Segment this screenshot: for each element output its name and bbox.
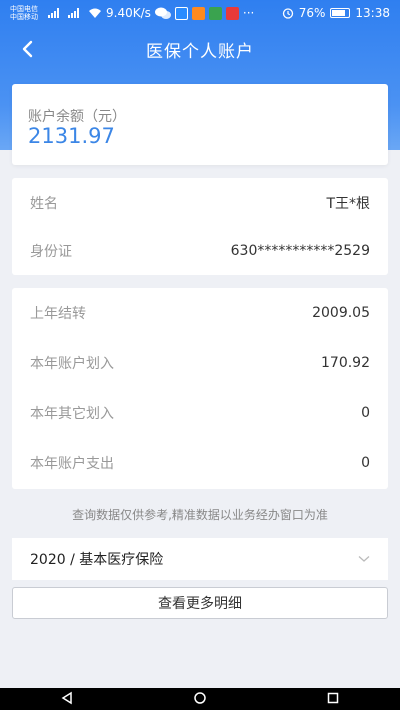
name-label: 姓名: [30, 196, 58, 212]
stats-row: 本年其它划入 0: [12, 388, 388, 438]
account-transfer-in-value: 170.92: [321, 355, 370, 371]
account-stats-card: 上年结转 2009.05 本年账户划入 170.92 本年其它划入 0 本年账户…: [12, 288, 388, 489]
battery-percent: 76%: [298, 6, 326, 20]
home-nav-button[interactable]: [193, 690, 207, 709]
name-value: T王*根: [326, 196, 370, 212]
chevron-left-icon: [22, 40, 33, 58]
account-expense-value: 0: [361, 455, 370, 471]
page-title: 医保个人账户: [146, 41, 254, 62]
chevron-down-icon: [358, 556, 370, 562]
battery-icon: [330, 8, 351, 18]
more-notifications-icon: ···: [242, 6, 255, 20]
stats-row: 本年账户支出 0: [12, 438, 388, 488]
id-label: 身份证: [30, 244, 72, 260]
insurance-type-value: 2020 / 基本医疗保险: [30, 552, 164, 568]
account-transfer-in-label: 本年账户划入: [30, 356, 114, 372]
wifi-icon: [89, 8, 101, 18]
triangle-back-icon: [61, 691, 72, 704]
signal-icon: [48, 8, 64, 18]
stats-row: 上年结转 2009.05: [12, 288, 388, 338]
app-icon-green: [208, 6, 222, 20]
carrier-info: 中国电信 中国移动: [10, 5, 38, 21]
net-speed: 9.40K/s: [106, 6, 151, 20]
personal-info-card: 姓名 T王*根 身份证 630***********2529: [12, 178, 388, 275]
disclaimer-text: 查询数据仅供参考,精准数据以业务经办窗口为准: [72, 508, 328, 522]
app-icon-blue: [174, 6, 188, 20]
clock: 13:38: [355, 6, 390, 20]
carryover-label: 上年结转: [30, 306, 86, 322]
balance-label: 账户余额（元）: [28, 109, 126, 125]
view-more-details-button[interactable]: 查看更多明细: [12, 587, 388, 619]
balance-card: 账户余额（元） 2131.97: [12, 84, 388, 165]
stats-row: 本年账户划入 170.92: [12, 338, 388, 388]
account-expense-label: 本年账户支出: [30, 456, 114, 472]
back-nav-button[interactable]: [60, 690, 74, 709]
status-bar: 中国电信 中国移动 9.40K/s ··· 76% 13:38: [0, 0, 400, 26]
alarm-icon: [282, 8, 293, 19]
recents-nav-button[interactable]: [326, 690, 340, 709]
insurance-type-select[interactable]: 2020 / 基本医疗保险: [12, 538, 388, 580]
square-recents-icon: [328, 692, 339, 703]
app-icon-orange: [191, 6, 205, 20]
name-row: 姓名 T王*根: [12, 178, 388, 228]
carrier-1: 中国电信: [10, 5, 38, 13]
back-button[interactable]: [12, 34, 42, 64]
nav-bar: 医保个人账户: [0, 26, 400, 72]
carrier-2: 中国移动: [10, 13, 38, 21]
id-row: 身份证 630***********2529: [12, 226, 388, 276]
carryover-value: 2009.05: [312, 305, 370, 321]
signal-2-icon: [68, 8, 84, 18]
circle-home-icon: [194, 691, 206, 704]
balance-value: 2131.97: [28, 124, 115, 148]
wechat-icon: [154, 7, 171, 19]
system-nav-bar: [0, 688, 400, 710]
other-transfer-in-label: 本年其它划入: [30, 406, 114, 422]
app-icon-red: [225, 6, 239, 20]
other-transfer-in-value: 0: [361, 405, 370, 421]
id-value: 630***********2529: [230, 243, 370, 259]
